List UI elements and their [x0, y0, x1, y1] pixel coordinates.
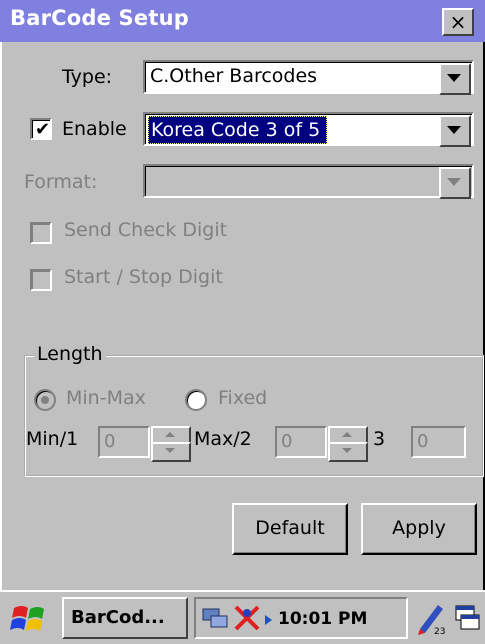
taskbar: BarCod... 10:01 PM 23 [0, 590, 485, 644]
network-icon[interactable] [200, 603, 230, 633]
send-check-digit-checkbox[interactable] [30, 222, 52, 244]
format-dropdown[interactable] [143, 164, 474, 199]
start-icon[interactable] [8, 600, 52, 636]
apply-button[interactable]: Apply [361, 503, 477, 555]
play-arrow-icon [264, 612, 274, 626]
spin-down-icon[interactable] [328, 442, 368, 462]
max-field[interactable]: 0 [275, 426, 327, 458]
enable-label: Enable [62, 118, 127, 140]
third-field[interactable]: 0 [411, 426, 466, 458]
taskbar-app-button[interactable]: BarCod... [62, 597, 188, 639]
symbology-value: Korea Code 3 of 5 [148, 116, 328, 144]
start-stop-digit-label: Start / Stop Digit [64, 266, 223, 288]
fixed-radio[interactable] [185, 389, 207, 411]
close-button[interactable]: × [442, 8, 474, 36]
fixed-label: Fixed [218, 387, 268, 409]
max-label: Max/2 [194, 428, 252, 450]
type-dropdown[interactable]: C.Other Barcodes [143, 60, 474, 95]
default-button[interactable]: Default [232, 503, 348, 555]
min-spinner[interactable] [151, 426, 191, 462]
enable-checkbox[interactable]: ✔ [30, 118, 52, 140]
send-check-digit-label: Send Check Digit [64, 219, 228, 241]
connectivity-icon[interactable] [232, 603, 262, 633]
min-value: 0 [104, 431, 116, 452]
length-group-label: Length [34, 343, 106, 365]
min-label: Min/1 [26, 428, 79, 450]
system-tray: 10:01 PM [194, 597, 408, 639]
minmax-radio[interactable] [34, 389, 56, 411]
radio-dot-icon [41, 396, 49, 404]
max-value: 0 [281, 431, 293, 452]
third-label: 3 [373, 428, 386, 450]
spin-down-icon[interactable] [151, 442, 191, 462]
window-title: BarCode Setup [10, 6, 189, 30]
svg-text:23: 23 [434, 627, 445, 637]
windows-switch-icon[interactable] [452, 602, 482, 634]
title-bar: BarCode Setup × [0, 0, 485, 42]
chevron-down-icon[interactable] [439, 115, 471, 147]
checkmark-icon: ✔ [35, 119, 51, 140]
type-label: Type: [62, 66, 113, 88]
start-stop-digit-checkbox[interactable] [30, 269, 52, 291]
chevron-down-icon[interactable] [439, 167, 471, 199]
length-groupbox [24, 355, 484, 477]
symbology-dropdown[interactable]: Korea Code 3 of 5 [143, 112, 474, 147]
chevron-down-icon[interactable] [439, 63, 471, 95]
clock[interactable]: 10:01 PM [278, 604, 367, 634]
format-label: Format: [24, 171, 98, 193]
input-panel-icon[interactable]: 23 [414, 599, 448, 637]
third-value: 0 [417, 431, 429, 452]
minmax-label: Min-Max [66, 387, 146, 409]
max-spinner[interactable] [328, 426, 368, 462]
type-value: C.Other Barcodes [150, 65, 318, 87]
min-field[interactable]: 0 [98, 426, 150, 458]
